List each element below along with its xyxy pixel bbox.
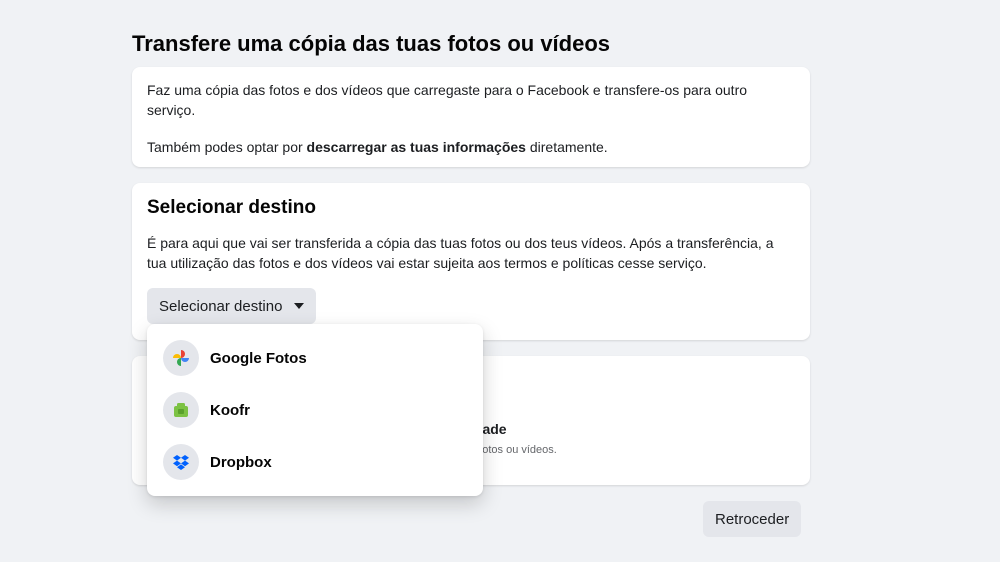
dropbox-icon bbox=[163, 444, 199, 480]
option-label: Google Fotos bbox=[210, 349, 307, 367]
download-info-link[interactable]: descarregar as tuas informações bbox=[307, 139, 526, 155]
intro-text: Faz uma cópia das fotos e dos vídeos que… bbox=[147, 82, 748, 118]
select-destination-button[interactable]: Selecionar destino bbox=[147, 288, 317, 324]
privacy-card-desc: e fotos ou vídeos. bbox=[470, 444, 557, 456]
page-title: Transfere uma cópia das tuas fotos ou ví… bbox=[132, 31, 611, 56]
option-koofr[interactable]: Koofr bbox=[155, 384, 475, 436]
koofr-icon bbox=[163, 392, 199, 428]
destination-dropdown: Google Fotos Koofr Dropbox bbox=[147, 324, 483, 496]
option-label: Dropbox bbox=[210, 453, 272, 471]
google-photos-icon bbox=[163, 340, 199, 376]
option-label: Koofr bbox=[210, 401, 250, 419]
select-destination-card: Selecionar destino É para aqui que vai s… bbox=[132, 183, 810, 340]
intro-download-suffix: diretamente. bbox=[525, 139, 608, 155]
intro-card: Faz uma cópia das fotos e dos vídeos que… bbox=[132, 67, 810, 167]
intro-download-text: Também podes optar por descarregar as tu… bbox=[147, 137, 795, 157]
destination-description: É para aqui que vai ser transferida a có… bbox=[147, 235, 774, 271]
back-button[interactable]: Retroceder bbox=[703, 501, 802, 537]
intro-download-prefix: Também podes optar por bbox=[147, 139, 307, 155]
option-dropbox[interactable]: Dropbox bbox=[155, 436, 475, 488]
option-google-photos[interactable]: Google Fotos bbox=[155, 332, 475, 384]
section-title: Selecionar destino bbox=[147, 197, 316, 218]
caret-down-icon bbox=[294, 303, 305, 309]
select-destination-label: Selecionar destino bbox=[159, 297, 283, 315]
